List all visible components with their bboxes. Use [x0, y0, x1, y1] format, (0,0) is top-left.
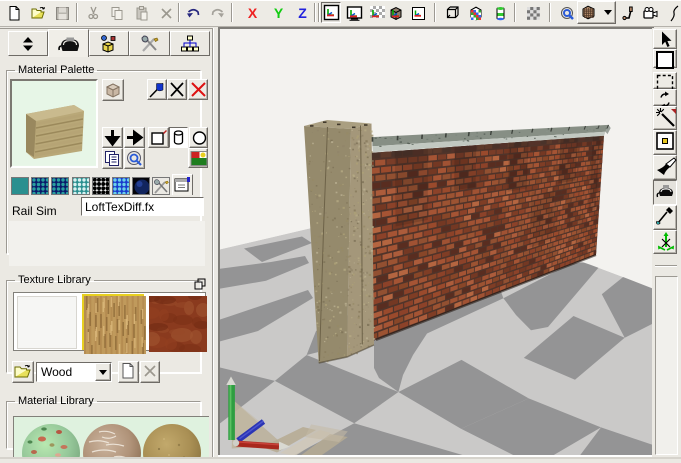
svg-text:Z: Z [298, 5, 307, 21]
svg-text:Y: Y [274, 5, 284, 21]
svg-text:X: X [248, 5, 258, 21]
